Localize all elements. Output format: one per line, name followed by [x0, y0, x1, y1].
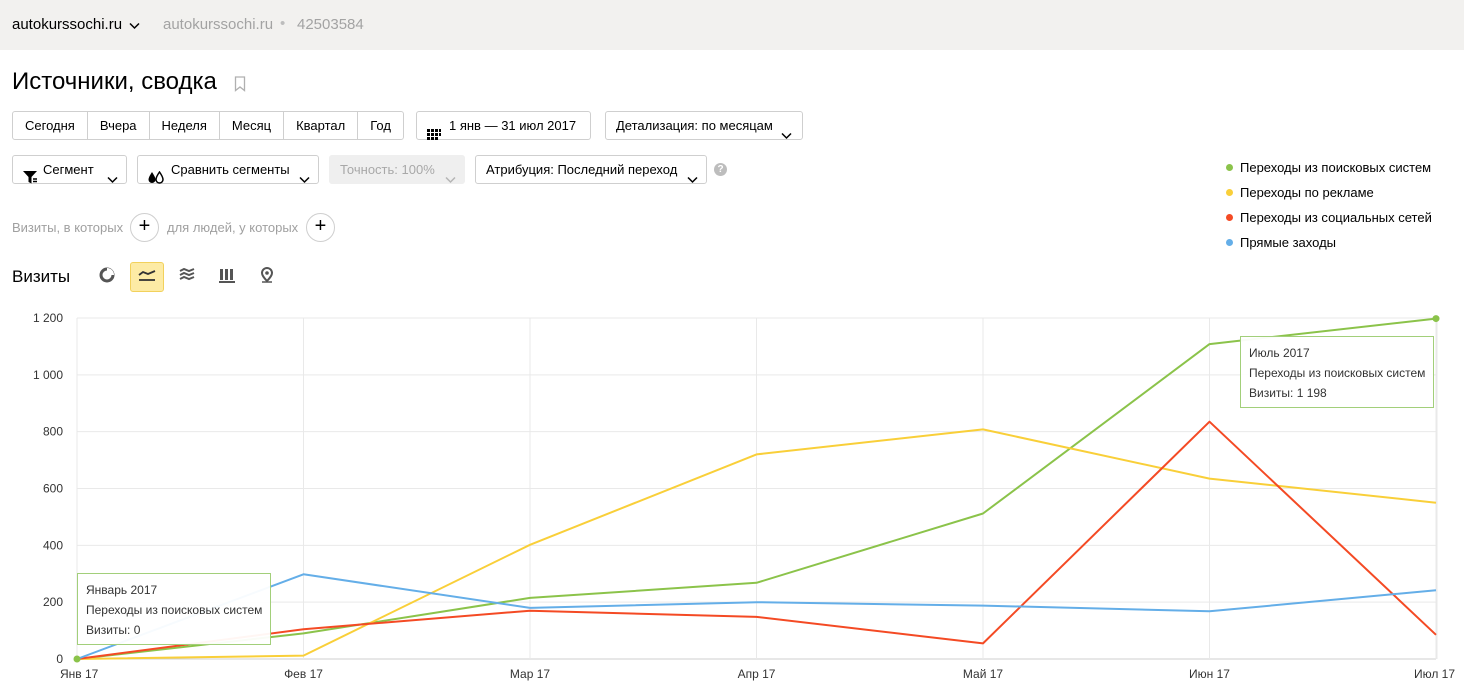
- legend-dot: [1226, 214, 1233, 221]
- x-tick-label: Янв 17: [60, 667, 99, 681]
- y-tick-label: 1 000: [33, 368, 63, 382]
- visits-title: Визиты: [12, 267, 71, 286]
- tooltip-line: Визиты: 1 198: [1249, 386, 1327, 400]
- chevron-down-icon: [445, 165, 456, 192]
- chevron-down-icon: [299, 165, 310, 192]
- tooltip-line: Июль 2017: [1249, 346, 1310, 360]
- site-selector[interactable]: autokurssochi.ru: [12, 16, 122, 33]
- map-icon: [260, 266, 274, 288]
- map-chart-button[interactable]: [250, 262, 284, 292]
- legend-label: Прямые заходы: [1240, 235, 1337, 250]
- legend-dot: [1226, 239, 1233, 246]
- date-range-label: 1 янв — 31 июл 2017: [449, 118, 577, 133]
- y-tick-label: 200: [43, 595, 63, 609]
- drops-icon: [148, 156, 164, 190]
- x-tick-label: Апр 17: [738, 667, 776, 681]
- accuracy-label: Точность: 100%: [340, 162, 435, 177]
- data-point-highlight: [73, 655, 81, 663]
- segment-dropdown[interactable]: Сегмент: [12, 155, 127, 184]
- bar-chart-icon: [219, 267, 235, 288]
- people-condition-label: для людей, у которых: [167, 220, 299, 235]
- pie-chart-button[interactable]: [90, 262, 124, 292]
- chart-tooltip-july: Июль 2017 Переходы из поисковых систем В…: [1240, 336, 1435, 408]
- legend-label: Переходы из поисковых систем: [1240, 160, 1432, 175]
- x-tick-label: Мар 17: [510, 667, 550, 681]
- legend-item-direct[interactable]: Прямые заходы: [1226, 235, 1432, 260]
- detail-dropdown[interactable]: Детализация: по месяцам: [605, 111, 803, 140]
- attribution-label: Атрибуция: Последний переход: [486, 162, 678, 177]
- segment-label: Сегмент: [43, 162, 94, 177]
- y-tick-label: 400: [43, 538, 63, 552]
- chevron-down-icon: [781, 121, 792, 148]
- data-point-highlight: [1432, 315, 1440, 323]
- compare-segments-dropdown[interactable]: Сравнить сегменты: [137, 155, 319, 184]
- bar-chart-button[interactable]: [210, 262, 244, 292]
- legend-item-social[interactable]: Переходы из социальных сетей: [1226, 210, 1432, 235]
- tooltip-line: Визиты: 0: [86, 623, 141, 637]
- area-chart-button[interactable]: [170, 262, 204, 292]
- y-tick-label: 600: [43, 482, 63, 496]
- area-chart-icon: [179, 267, 195, 287]
- x-tick-label: Фев 17: [284, 667, 323, 681]
- add-visit-condition-button[interactable]: +: [130, 213, 159, 242]
- chart-legend: Переходы из поисковых систем Переходы по…: [1226, 160, 1432, 260]
- period-month-button[interactable]: Месяц: [220, 112, 285, 139]
- bookmark-icon[interactable]: [234, 76, 246, 97]
- filter-icon: [23, 156, 37, 190]
- legend-item-ads[interactable]: Переходы по рекламе: [1226, 185, 1432, 210]
- visits-condition-label: Визиты, в которых: [12, 220, 124, 235]
- line-chart-button[interactable]: [130, 262, 164, 292]
- legend-dot: [1226, 189, 1233, 196]
- visits-chart: 0 200 400 600 800 1 000 1 200 Янв 17 Фев 17 Мар 1…: [0, 300, 1464, 699]
- period-selector: Сегодня Вчера Неделя Месяц Квартал Год: [12, 111, 404, 140]
- chevron-down-icon: [107, 165, 118, 192]
- x-tick-label: Июн 17: [1189, 667, 1230, 681]
- period-week-button[interactable]: Неделя: [150, 112, 220, 139]
- x-tick-label: Май 17: [963, 667, 1004, 681]
- separator-dot: •: [280, 15, 286, 32]
- period-year-button[interactable]: Год: [358, 112, 403, 139]
- legend-dot: [1226, 164, 1233, 171]
- x-tick-label: Июл 17: [1414, 667, 1455, 681]
- legend-item-search[interactable]: Переходы из поисковых систем: [1226, 160, 1432, 185]
- chevron-down-icon[interactable]: [129, 17, 140, 35]
- line-chart-icon: [138, 268, 156, 287]
- calendar-icon: [427, 112, 441, 147]
- help-icon[interactable]: ?: [714, 163, 727, 176]
- chevron-down-icon: [687, 165, 698, 192]
- y-tick-label: 800: [43, 425, 63, 439]
- tooltip-line: Переходы из поисковых систем: [86, 603, 263, 617]
- period-quarter-button[interactable]: Квартал: [284, 112, 359, 139]
- legend-label: Переходы по рекламе: [1240, 185, 1374, 200]
- compare-segments-label: Сравнить сегменты: [171, 162, 290, 177]
- tooltip-line: Январь 2017: [86, 583, 158, 597]
- attribution-dropdown[interactable]: Атрибуция: Последний переход: [475, 155, 707, 184]
- period-yesterday-button[interactable]: Вчера: [88, 112, 150, 139]
- date-range-button[interactable]: 1 янв — 31 июл 2017: [416, 111, 591, 141]
- legend-label: Переходы из социальных сетей: [1240, 210, 1432, 225]
- tooltip-line: Переходы из поисковых систем: [1249, 366, 1426, 380]
- site-url: autokurssochi.ru: [163, 16, 274, 33]
- detail-label: Детализация: по месяцам: [616, 118, 773, 133]
- top-bar: autokurssochi.ru autokurssochi.ru • 4250…: [0, 0, 1464, 50]
- pie-chart-icon: [99, 267, 115, 288]
- accuracy-dropdown[interactable]: Точность: 100%: [329, 155, 465, 184]
- period-today-button[interactable]: Сегодня: [13, 112, 88, 139]
- add-people-condition-button[interactable]: +: [306, 213, 335, 242]
- chart-tooltip-january: Январь 2017 Переходы из поисковых систем…: [77, 573, 272, 645]
- counter-id: 42503584: [297, 16, 364, 33]
- y-tick-label: 1 200: [33, 311, 63, 325]
- y-tick-label: 0: [56, 652, 63, 666]
- page-title: Источники, сводка: [12, 68, 217, 95]
